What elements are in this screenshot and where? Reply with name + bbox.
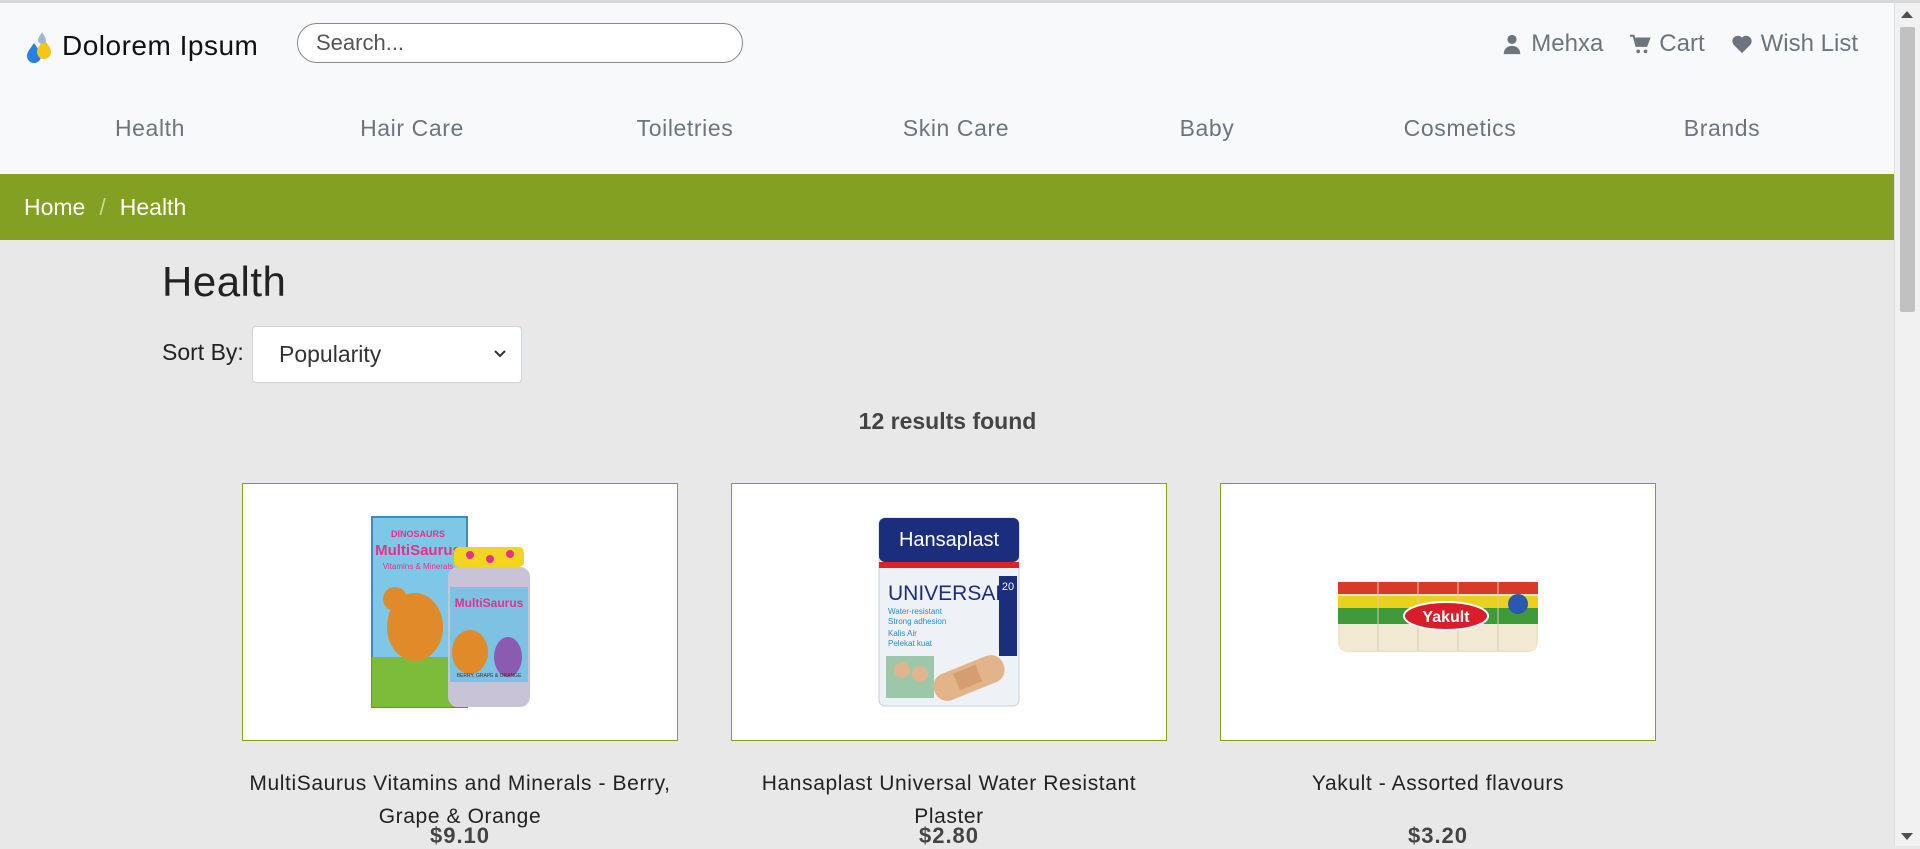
scrollbar-thumb[interactable] bbox=[1900, 27, 1915, 312]
category-skin-care[interactable]: Skin Care bbox=[903, 115, 1009, 142]
box-brand-text: DINOSAURS bbox=[391, 529, 445, 539]
category-health[interactable]: Health bbox=[115, 115, 185, 142]
results-count: 12 results found bbox=[858, 408, 1037, 434]
box-line-text: Vitamins & Minerals bbox=[383, 562, 454, 571]
box-name-text: UNIVERSAL bbox=[888, 582, 1007, 605]
box-count-text: 20 bbox=[1002, 581, 1014, 593]
user-icon bbox=[1504, 34, 1521, 55]
product-image-link[interactable]: DINOSAURS MultiSaurus Vitamins & Mineral… bbox=[242, 483, 678, 741]
page-title: Health bbox=[162, 258, 287, 305]
search-input[interactable] bbox=[297, 23, 743, 63]
cart-label: Cart bbox=[1659, 30, 1705, 57]
product-price: $3.20 bbox=[1407, 823, 1469, 848]
cart-link[interactable]: Cart bbox=[1629, 30, 1705, 58]
brand-name: Dolorem Ipsum bbox=[62, 30, 259, 61]
product-price: $9.10 bbox=[429, 823, 491, 848]
site-header: Dolorem Ipsum Mehxa Cart Wish List Healt… bbox=[0, 3, 1895, 174]
category-hair-care[interactable]: Hair Care bbox=[360, 115, 464, 142]
product-image-link[interactable]: Yakult bbox=[1220, 483, 1656, 741]
droplets-icon bbox=[27, 32, 51, 63]
product-image-hansaplast: Hansaplast UNIVERSAL 20 Water-resistant … bbox=[878, 517, 1020, 707]
bottle-flavour-text: BERRY, GRAPE & ORANGE bbox=[457, 673, 522, 679]
brand-logo[interactable]: Dolorem Ipsum bbox=[22, 29, 258, 63]
category-cosmetics[interactable]: Cosmetics bbox=[1404, 115, 1517, 142]
breadcrumb-current: Health bbox=[119, 193, 187, 220]
product-image-multisaurus: DINOSAURS MultiSaurus Vitamins & Mineral… bbox=[371, 516, 530, 708]
box-name-text: MultiSaurus bbox=[375, 542, 461, 559]
category-baby[interactable]: Baby bbox=[1180, 115, 1235, 142]
sort-select[interactable]: Popularity bbox=[252, 326, 522, 383]
product-image-link[interactable]: Hansaplast UNIVERSAL 20 Water-resistant … bbox=[731, 483, 1167, 741]
sort-label: Sort By: bbox=[162, 339, 244, 365]
product-card: DINOSAURS MultiSaurus Vitamins & Mineral… bbox=[242, 483, 678, 848]
box-brand-text: Hansaplast bbox=[899, 529, 1000, 551]
heart-icon bbox=[1731, 35, 1752, 54]
cart-icon bbox=[1630, 34, 1651, 54]
scroll-down-arrow-icon[interactable] bbox=[1901, 833, 1913, 840]
breadcrumb: Home / Health bbox=[0, 174, 1895, 240]
breadcrumb-separator: / bbox=[99, 193, 106, 220]
product-image-yakult: Yakult bbox=[1338, 582, 1538, 652]
box-feature-3: Kalis Air bbox=[888, 629, 917, 638]
product-name[interactable]: Yakult - Assorted flavours bbox=[1220, 767, 1656, 800]
box-feature-2: Strong adhesion bbox=[888, 617, 946, 626]
user-nav: Mehxa Cart Wish List bbox=[1501, 30, 1858, 58]
pack-brand-text: Yakult bbox=[1422, 609, 1470, 626]
product-card: Hansaplast UNIVERSAL 20 Water-resistant … bbox=[731, 483, 1167, 848]
wishlist-label: Wish List bbox=[1760, 30, 1858, 57]
wishlist-link[interactable]: Wish List bbox=[1731, 30, 1858, 58]
box-feature-4: Pelekat kuat bbox=[888, 639, 933, 648]
product-price: $2.80 bbox=[918, 823, 980, 848]
page-scrollbar[interactable] bbox=[1894, 3, 1920, 846]
account-label: Mehxa bbox=[1531, 30, 1604, 57]
sort-selected-value: Popularity bbox=[279, 341, 382, 367]
breadcrumb-home[interactable]: Home bbox=[24, 194, 85, 221]
chevron-down-icon bbox=[494, 350, 506, 358]
bottle-name-text: MultiSaurus bbox=[455, 596, 524, 610]
account-link[interactable]: Mehxa bbox=[1501, 30, 1603, 58]
product-card: Yakult Yakult - Assorted flavours $3.20 bbox=[1220, 483, 1656, 848]
box-feature-1: Water-resistant bbox=[888, 607, 943, 616]
category-toiletries[interactable]: Toiletries bbox=[637, 115, 734, 142]
category-brands[interactable]: Brands bbox=[1684, 115, 1760, 142]
scroll-up-arrow-icon[interactable] bbox=[1901, 11, 1913, 18]
